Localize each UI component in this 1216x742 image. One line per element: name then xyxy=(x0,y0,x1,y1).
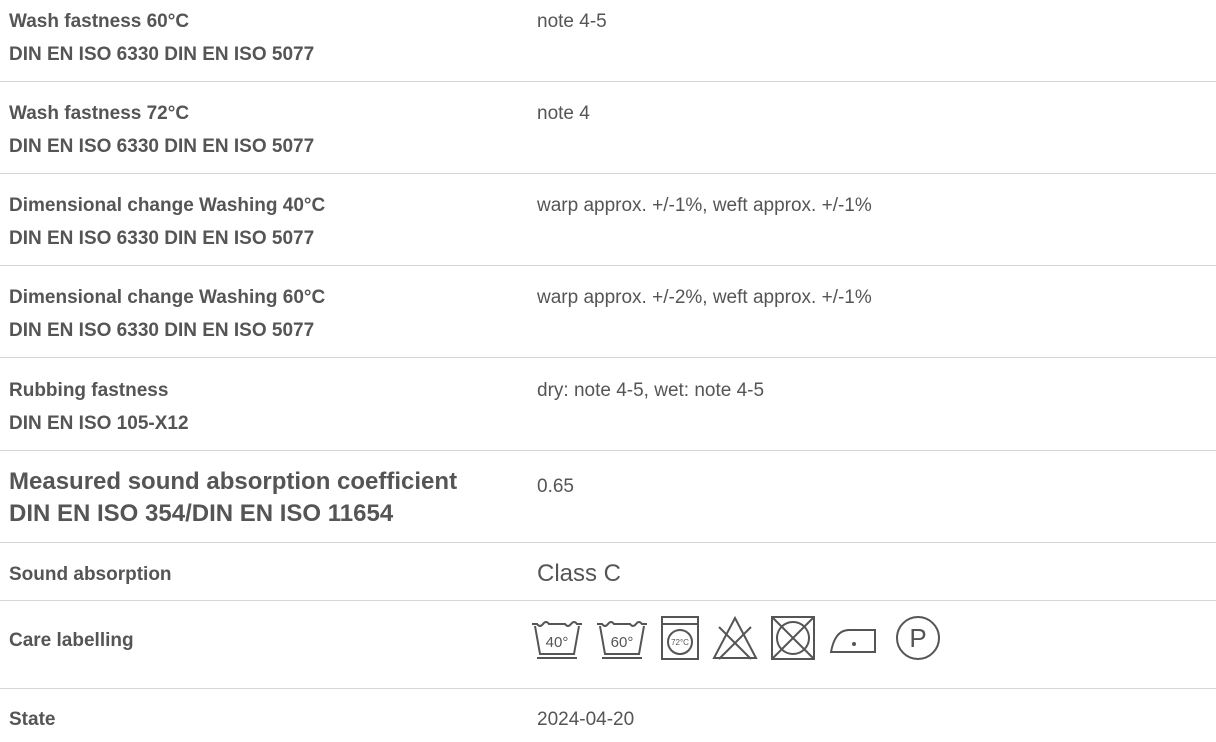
row-separator xyxy=(0,357,1216,358)
dry-clean-p-text: P xyxy=(909,623,926,653)
spec-label-standard: DIN EN ISO 6330 DIN EN ISO 5077 xyxy=(9,136,315,157)
spec-label: Dimensional change Washing 60°C DIN EN I… xyxy=(9,281,325,347)
spec-label: Care labelling xyxy=(9,624,134,657)
do-not-bleach-icon xyxy=(712,615,758,660)
spec-label: Rubbing fastness DIN EN ISO 105-X12 xyxy=(9,374,189,440)
spec-label-title: State xyxy=(9,709,56,730)
spec-label-standard: DIN EN ISO 6330 DIN EN ISO 5077 xyxy=(9,228,315,249)
row-separator xyxy=(0,173,1216,174)
iron-low-heat-icon xyxy=(829,629,876,653)
wash-40-icon-text: 40° xyxy=(546,634,569,651)
wash-60-icon-text: 60° xyxy=(611,634,634,651)
spec-value: 0.65 xyxy=(537,476,574,497)
row-separator xyxy=(0,81,1216,82)
spec-label: Wash fastness 60°C DIN EN ISO 6330 DIN E… xyxy=(9,5,314,71)
professional-dry-clean-p-icon: P xyxy=(896,616,940,660)
spec-value: note 4-5 xyxy=(537,11,607,32)
spec-value: warp approx. +/-1%, weft approx. +/-1% xyxy=(537,195,872,216)
spec-label: State xyxy=(9,703,55,736)
spec-label-standard: DIN EN ISO 6330 DIN EN ISO 5077 xyxy=(9,320,315,341)
spec-label-title: Care labelling xyxy=(9,630,134,651)
tumble-dry-72-icon: 72°C xyxy=(661,616,699,660)
spec-label: Dimensional change Washing 40°C DIN EN I… xyxy=(9,189,325,255)
spec-value: dry: note 4-5, wet: note 4-5 xyxy=(537,380,765,401)
row-separator xyxy=(0,542,1216,543)
spec-label: Measured sound absorption coefficient DI… xyxy=(9,466,457,530)
do-not-tumble-dry-icon xyxy=(771,616,815,660)
wash-60-icon: 60° xyxy=(597,621,647,659)
row-separator xyxy=(0,265,1216,266)
tumble-dry-72-icon-text: 72°C xyxy=(671,638,689,647)
spec-label-title: Wash fastness 72°C xyxy=(9,103,190,124)
care-labelling-icons: 40° 60° 72°C P xyxy=(530,613,953,663)
wash-40-icon: 40° xyxy=(532,621,582,659)
spec-value: Class C xyxy=(537,560,622,587)
row-separator xyxy=(0,688,1216,689)
spec-label-title: Dimensional change Washing 60°C xyxy=(9,287,326,308)
spec-label-title: Dimensional change Washing 40°C xyxy=(9,195,326,216)
spec-value: warp approx. +/-2%, weft approx. +/-1% xyxy=(537,287,872,308)
spec-label-title: Measured sound absorption coefficient xyxy=(9,468,458,495)
spec-label-standard: DIN EN ISO 105-X12 xyxy=(9,413,189,434)
spec-label-title: Sound absorption xyxy=(9,564,172,585)
spec-label-standard: DIN EN ISO 6330 DIN EN ISO 5077 xyxy=(9,44,315,65)
spec-label: Wash fastness 72°C DIN EN ISO 6330 DIN E… xyxy=(9,97,314,163)
spec-label-standard: DIN EN ISO 354/DIN EN ISO 11654 xyxy=(9,500,394,527)
spec-label-title: Rubbing fastness xyxy=(9,380,169,401)
row-separator xyxy=(0,600,1216,601)
row-separator xyxy=(0,450,1216,451)
spec-label-title: Wash fastness 60°C xyxy=(9,11,190,32)
spec-value: note 4 xyxy=(537,103,590,124)
spec-value: 2024-04-20 xyxy=(537,709,635,730)
spec-label: Sound absorption xyxy=(9,558,172,591)
